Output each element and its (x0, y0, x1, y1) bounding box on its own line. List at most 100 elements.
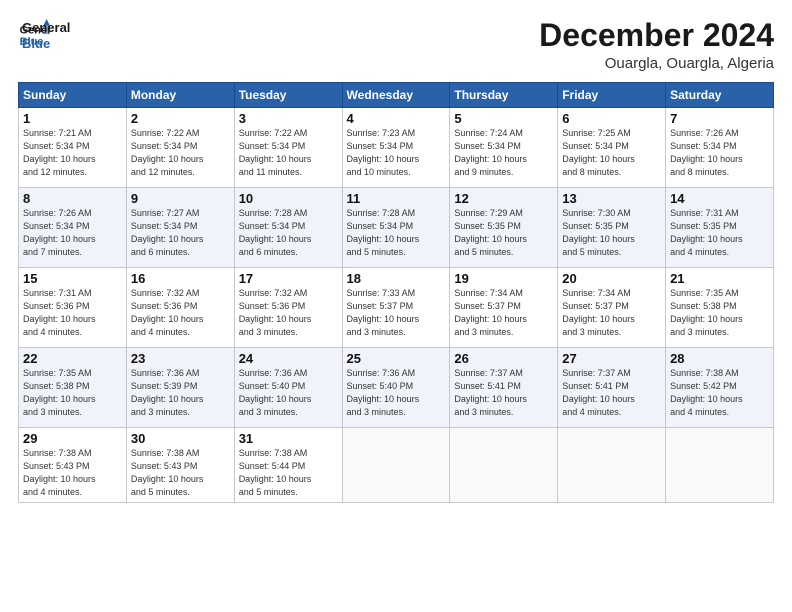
table-row: 31Sunrise: 7:38 AMSunset: 5:44 PMDayligh… (234, 428, 342, 503)
table-row: 2 Sunrise: 7:22 AMSunset: 5:34 PMDaylight… (126, 108, 234, 188)
day-number: 27 (562, 351, 661, 366)
table-row: 9Sunrise: 7:27 AMSunset: 5:34 PMDaylight… (126, 188, 234, 268)
table-row: 11Sunrise: 7:28 AMSunset: 5:34 PMDayligh… (342, 188, 450, 268)
table-row: 19 Sunrise: 7:34 AMSunset: 5:37 PMDayligh… (450, 268, 558, 348)
table-row: 20 Sunrise: 7:34 AMSunset: 5:37 PMDayligh… (558, 268, 666, 348)
calendar-table: Sunday Monday Tuesday Wednesday Thursday… (18, 82, 774, 503)
logo-line1: General (22, 20, 70, 36)
day-number: 12 (454, 191, 553, 206)
table-row: 6 Sunrise: 7:25 AMSunset: 5:34 PMDaylight… (558, 108, 666, 188)
day-number: 24 (239, 351, 338, 366)
title-block: December 2024 Ouargla, Ouargla, Algeria (539, 18, 774, 72)
day-number: 17 (239, 271, 338, 286)
day-number: 25 (347, 351, 446, 366)
table-row (342, 428, 450, 503)
day-number: 3 (239, 111, 338, 126)
table-row: 14Sunrise: 7:31 AMSunset: 5:35 PMDayligh… (666, 188, 774, 268)
day-number: 6 (562, 111, 661, 126)
day-info: Sunrise: 7:38 AMSunset: 5:44 PMDaylight:… (239, 448, 312, 497)
day-info: Sunrise: 7:37 AMSunset: 5:41 PMDaylight:… (562, 368, 635, 417)
day-info: Sunrise: 7:35 AMSunset: 5:38 PMDaylight:… (670, 288, 743, 337)
day-info: Sunrise: 7:35 AMSunset: 5:38 PMDaylight:… (23, 368, 96, 417)
table-row (666, 428, 774, 503)
day-info: Sunrise: 7:31 AMSunset: 5:35 PMDaylight:… (670, 208, 743, 257)
day-number: 16 (131, 271, 230, 286)
table-row: 12 Sunrise: 7:29 AMSunset: 5:35 PMDayligh… (450, 188, 558, 268)
day-number: 21 (670, 271, 769, 286)
table-row: 29Sunrise: 7:38 AMSunset: 5:43 PMDayligh… (19, 428, 127, 503)
table-row: 28 Sunrise: 7:38 AMSunset: 5:42 PMDayligh… (666, 348, 774, 428)
table-row: 18 Sunrise: 7:33 AMSunset: 5:37 PMDayligh… (342, 268, 450, 348)
header-wednesday: Wednesday (342, 83, 450, 108)
day-info: Sunrise: 7:29 AMSunset: 5:35 PMDaylight:… (454, 208, 527, 257)
table-row: 27 Sunrise: 7:37 AMSunset: 5:41 PMDayligh… (558, 348, 666, 428)
header-saturday: Saturday (666, 83, 774, 108)
page: General Blue General Blue December 2024 … (0, 0, 792, 612)
table-row: 17 Sunrise: 7:32 AMSunset: 5:36 PMDayligh… (234, 268, 342, 348)
table-row: 26Sunrise: 7:37 AMSunset: 5:41 PMDayligh… (450, 348, 558, 428)
day-number: 18 (347, 271, 446, 286)
day-number: 7 (670, 111, 769, 126)
day-info: Sunrise: 7:26 AMSunset: 5:34 PMDaylight:… (23, 208, 96, 257)
table-row: 21 Sunrise: 7:35 AMSunset: 5:38 PMDayligh… (666, 268, 774, 348)
day-info: Sunrise: 7:32 AMSunset: 5:36 PMDaylight:… (131, 288, 204, 337)
table-row: 10 Sunrise: 7:28 AMSunset: 5:34 PMDayligh… (234, 188, 342, 268)
logo: General Blue General Blue (18, 18, 70, 51)
table-row (558, 428, 666, 503)
day-number: 23 (131, 351, 230, 366)
header-friday: Friday (558, 83, 666, 108)
day-info: Sunrise: 7:21 AMSunset: 5:34 PMDaylight:… (23, 128, 96, 177)
day-info: Sunrise: 7:36 AMSunset: 5:40 PMDaylight:… (239, 368, 312, 417)
day-info: Sunrise: 7:37 AMSunset: 5:41 PMDaylight:… (454, 368, 527, 417)
table-row: 5 Sunrise: 7:24 AMSunset: 5:34 PMDaylight… (450, 108, 558, 188)
day-number: 22 (23, 351, 122, 366)
day-number: 1 (23, 111, 122, 126)
table-row: 7 Sunrise: 7:26 AMSunset: 5:34 PMDaylight… (666, 108, 774, 188)
day-info: Sunrise: 7:33 AMSunset: 5:37 PMDaylight:… (347, 288, 420, 337)
day-info: Sunrise: 7:38 AMSunset: 5:43 PMDaylight:… (23, 448, 96, 497)
day-number: 4 (347, 111, 446, 126)
day-info: Sunrise: 7:36 AMSunset: 5:40 PMDaylight:… (347, 368, 420, 417)
header-thursday: Thursday (450, 83, 558, 108)
day-info: Sunrise: 7:25 AMSunset: 5:34 PMDaylight:… (562, 128, 635, 177)
day-info: Sunrise: 7:30 AMSunset: 5:35 PMDaylight:… (562, 208, 635, 257)
header: General Blue General Blue December 2024 … (18, 18, 774, 72)
table-row (450, 428, 558, 503)
header-tuesday: Tuesday (234, 83, 342, 108)
table-row: 8 Sunrise: 7:26 AMSunset: 5:34 PMDaylight… (19, 188, 127, 268)
day-info: Sunrise: 7:22 AMSunset: 5:34 PMDaylight:… (131, 128, 204, 177)
day-info: Sunrise: 7:26 AMSunset: 5:34 PMDaylight:… (670, 128, 743, 177)
day-number: 20 (562, 271, 661, 286)
table-row: 22 Sunrise: 7:35 AMSunset: 5:38 PMDayligh… (19, 348, 127, 428)
header-sunday: Sunday (19, 83, 127, 108)
day-info: Sunrise: 7:24 AMSunset: 5:34 PMDaylight:… (454, 128, 527, 177)
day-info: Sunrise: 7:28 AMSunset: 5:34 PMDaylight:… (239, 208, 312, 257)
day-number: 30 (131, 431, 230, 446)
table-row: 25 Sunrise: 7:36 AMSunset: 5:40 PMDayligh… (342, 348, 450, 428)
day-info: Sunrise: 7:32 AMSunset: 5:36 PMDaylight:… (239, 288, 312, 337)
weekday-header-row: Sunday Monday Tuesday Wednesday Thursday… (19, 83, 774, 108)
table-row: 23Sunrise: 7:36 AMSunset: 5:39 PMDayligh… (126, 348, 234, 428)
header-monday: Monday (126, 83, 234, 108)
table-row: 1 Sunrise: 7:21 AMSunset: 5:34 PMDaylight… (19, 108, 127, 188)
table-row: 4Sunrise: 7:23 AMSunset: 5:34 PMDaylight… (342, 108, 450, 188)
table-row: 13Sunrise: 7:30 AMSunset: 5:35 PMDayligh… (558, 188, 666, 268)
day-number: 8 (23, 191, 122, 206)
day-info: Sunrise: 7:38 AMSunset: 5:42 PMDaylight:… (670, 368, 743, 417)
day-info: Sunrise: 7:28 AMSunset: 5:34 PMDaylight:… (347, 208, 420, 257)
day-number: 5 (454, 111, 553, 126)
day-number: 2 (131, 111, 230, 126)
table-row: 16 Sunrise: 7:32 AMSunset: 5:36 PMDayligh… (126, 268, 234, 348)
day-number: 19 (454, 271, 553, 286)
day-number: 28 (670, 351, 769, 366)
day-info: Sunrise: 7:34 AMSunset: 5:37 PMDaylight:… (454, 288, 527, 337)
table-row: 24 Sunrise: 7:36 AMSunset: 5:40 PMDayligh… (234, 348, 342, 428)
day-info: Sunrise: 7:38 AMSunset: 5:43 PMDaylight:… (131, 448, 204, 497)
day-number: 10 (239, 191, 338, 206)
logo-line2: Blue (22, 36, 70, 52)
day-number: 9 (131, 191, 230, 206)
location-title: Ouargla, Ouargla, Algeria (539, 55, 774, 72)
month-title: December 2024 (539, 18, 774, 53)
day-number: 15 (23, 271, 122, 286)
day-info: Sunrise: 7:34 AMSunset: 5:37 PMDaylight:… (562, 288, 635, 337)
